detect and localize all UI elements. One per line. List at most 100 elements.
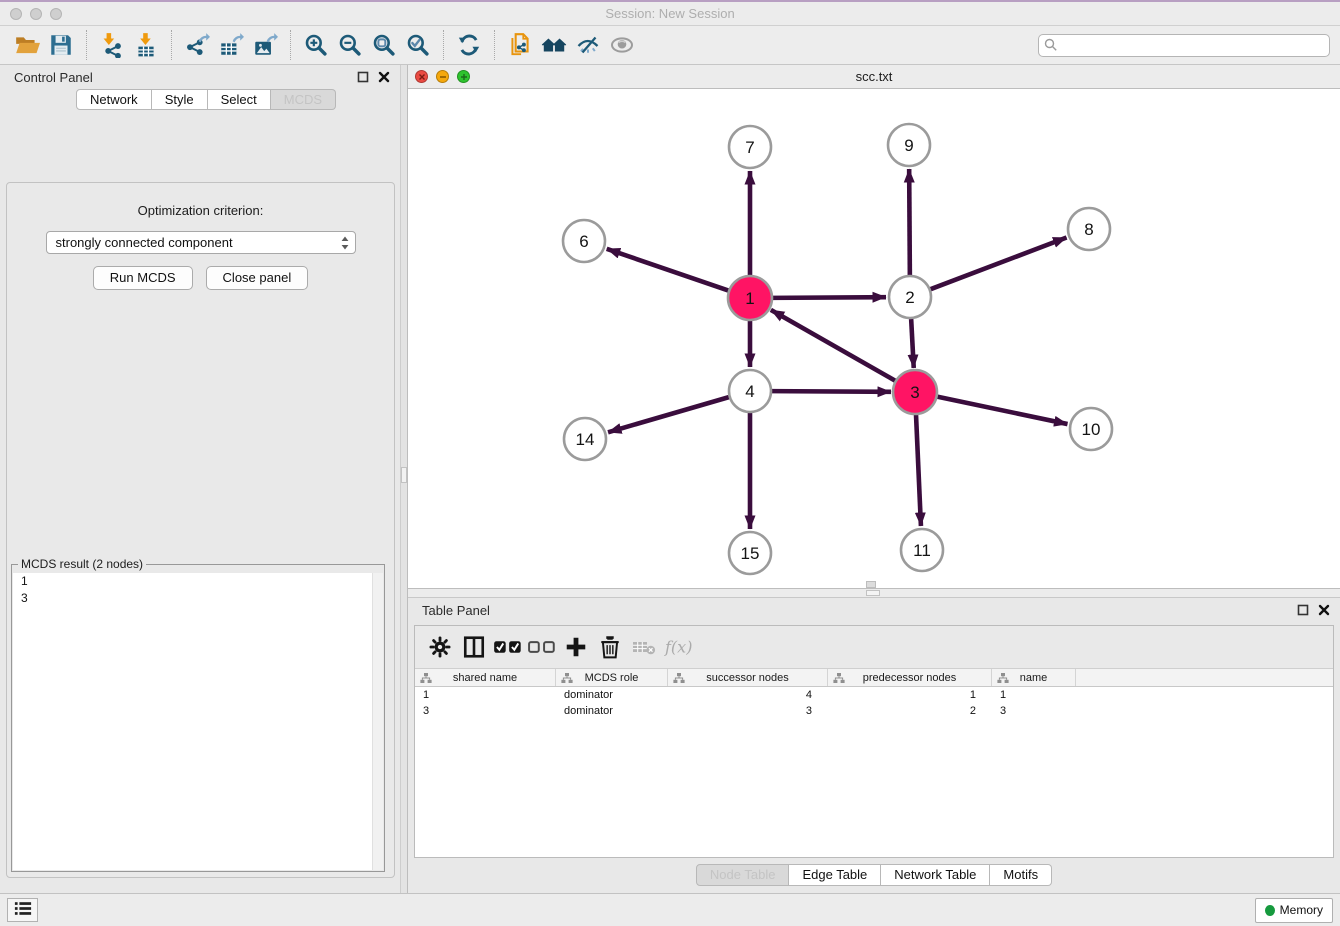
task-list-icon bbox=[14, 901, 32, 919]
network-view-title: scc.txt bbox=[408, 69, 1340, 84]
tab-network[interactable]: Network bbox=[76, 89, 152, 110]
export-image-button[interactable] bbox=[248, 29, 282, 61]
hide-details-button[interactable] bbox=[571, 29, 605, 61]
edge-4-14[interactable] bbox=[608, 397, 729, 432]
cell-predecessor-nodes[interactable]: 1 bbox=[828, 687, 992, 703]
column-header-successor-nodes[interactable]: successor nodes bbox=[668, 669, 828, 686]
table-panel: Table Panel f(x) shared nameMCDS rolesuc… bbox=[408, 598, 1340, 893]
criterion-select[interactable]: strongly connected component bbox=[46, 231, 356, 254]
column-header-name[interactable]: name bbox=[992, 669, 1076, 686]
mcds-result-list[interactable]: 13 bbox=[13, 573, 383, 870]
deselect-all-columns-button[interactable] bbox=[527, 632, 557, 662]
edge-4-3[interactable] bbox=[772, 391, 891, 392]
show-columns-button[interactable] bbox=[459, 632, 489, 662]
close-table-icon[interactable] bbox=[1317, 604, 1330, 617]
cell-predecessor-nodes[interactable]: 2 bbox=[828, 703, 992, 719]
network-overview-button[interactable] bbox=[503, 29, 537, 61]
column-label: shared name bbox=[453, 672, 517, 684]
delete-table-button bbox=[629, 632, 659, 662]
tab-edge-table[interactable]: Edge Table bbox=[789, 864, 881, 886]
column-label: successor nodes bbox=[706, 672, 789, 684]
open-session-button[interactable] bbox=[10, 29, 44, 61]
task-history-button[interactable] bbox=[7, 898, 38, 922]
edge-2-9[interactable] bbox=[909, 169, 910, 275]
tab-style[interactable]: Style bbox=[152, 89, 208, 110]
select-all-columns-button[interactable] bbox=[493, 632, 523, 662]
columns-icon bbox=[462, 635, 486, 659]
cell-MCDS-role[interactable]: dominator bbox=[556, 687, 668, 703]
table-row[interactable]: 3dominator323 bbox=[415, 703, 1333, 719]
column-tree-icon bbox=[420, 672, 432, 684]
houses-icon bbox=[541, 32, 567, 58]
horizontal-splitter-handle[interactable] bbox=[866, 590, 880, 596]
table-toolbar: f(x) bbox=[415, 626, 1333, 668]
tab-mcds[interactable]: MCDS bbox=[271, 89, 336, 110]
float-panel-icon[interactable] bbox=[356, 71, 369, 84]
horizontal-splitter[interactable] bbox=[408, 589, 1340, 598]
result-scrollbar[interactable] bbox=[372, 573, 383, 870]
search-input[interactable] bbox=[1038, 34, 1330, 57]
zoom-in-button[interactable] bbox=[299, 29, 333, 61]
edge-1-6[interactable] bbox=[607, 249, 729, 291]
zoom-fit-button[interactable] bbox=[367, 29, 401, 61]
control-panel: Control Panel NetworkStyleSelectMCDS Opt… bbox=[0, 65, 400, 893]
edge-1-2[interactable] bbox=[772, 297, 886, 298]
main-area: Control Panel NetworkStyleSelectMCDS Opt… bbox=[0, 65, 1340, 893]
tab-node-table[interactable]: Node Table bbox=[696, 864, 790, 886]
result-line: 1 bbox=[13, 573, 383, 590]
network-canvas[interactable]: 1234678910111415 bbox=[408, 89, 1340, 588]
column-label: predecessor nodes bbox=[863, 672, 957, 684]
float-table-icon[interactable] bbox=[1296, 604, 1309, 617]
close-panel-icon[interactable] bbox=[377, 71, 390, 84]
search-icon bbox=[1043, 37, 1059, 53]
refresh-layout-button[interactable] bbox=[452, 29, 486, 61]
tab-select[interactable]: Select bbox=[208, 89, 271, 110]
cell-MCDS-role[interactable]: dominator bbox=[556, 703, 668, 719]
delete-columns-button[interactable] bbox=[595, 632, 625, 662]
edge-3-10[interactable] bbox=[937, 397, 1068, 425]
table-settings-button[interactable] bbox=[425, 632, 455, 662]
refresh-icon bbox=[456, 32, 482, 58]
vertical-splitter-handle[interactable] bbox=[401, 467, 407, 483]
copy-network-icon bbox=[507, 32, 533, 58]
home-layout-button[interactable] bbox=[537, 29, 571, 61]
tab-network-table[interactable]: Network Table bbox=[881, 864, 990, 886]
zoom-out-button[interactable] bbox=[333, 29, 367, 61]
table-row[interactable]: 1dominator411 bbox=[415, 687, 1333, 703]
tab-motifs[interactable]: Motifs bbox=[990, 864, 1052, 886]
edge-2-8[interactable] bbox=[931, 238, 1067, 290]
application-window: Session: New Session Control Panel Netwo… bbox=[0, 0, 1340, 926]
memory-label: Memory bbox=[1280, 903, 1323, 917]
export-table-button[interactable] bbox=[214, 29, 248, 61]
export-network-button[interactable] bbox=[180, 29, 214, 61]
import-table-button[interactable] bbox=[129, 29, 163, 61]
cell-shared-name[interactable]: 1 bbox=[415, 687, 556, 703]
cell-successor-nodes[interactable]: 3 bbox=[668, 703, 828, 719]
save-session-button[interactable] bbox=[44, 29, 78, 61]
mcds-result-lines: 13 bbox=[13, 573, 383, 607]
import-network-button[interactable] bbox=[95, 29, 129, 61]
canvas-scroll-handle[interactable] bbox=[866, 581, 876, 588]
zoom-selected-button[interactable] bbox=[401, 29, 435, 61]
node-label-9: 9 bbox=[904, 136, 913, 155]
close-panel-button[interactable]: Close panel bbox=[206, 266, 309, 290]
column-header-shared-name[interactable]: shared name bbox=[415, 669, 556, 686]
cell-shared-name[interactable]: 3 bbox=[415, 703, 556, 719]
cell-successor-nodes[interactable]: 4 bbox=[668, 687, 828, 703]
control-panel-tabs: NetworkStyleSelectMCDS bbox=[76, 89, 400, 110]
cell-name[interactable]: 3 bbox=[992, 703, 1076, 719]
column-header-MCDS-role[interactable]: MCDS role bbox=[556, 669, 668, 686]
search-field bbox=[1038, 34, 1330, 57]
column-header-predecessor-nodes[interactable]: predecessor nodes bbox=[828, 669, 992, 686]
edge-3-1[interactable] bbox=[771, 310, 896, 381]
cell-name[interactable]: 1 bbox=[992, 687, 1076, 703]
run-mcds-button[interactable]: Run MCDS bbox=[93, 266, 193, 290]
control-panel-title: Control Panel bbox=[10, 70, 93, 85]
edge-2-3[interactable] bbox=[911, 319, 914, 368]
create-column-button[interactable] bbox=[561, 632, 591, 662]
column-tree-icon bbox=[997, 672, 1009, 684]
memory-button[interactable]: Memory bbox=[1255, 898, 1333, 923]
vertical-splitter[interactable] bbox=[400, 65, 408, 893]
show-details-button bbox=[605, 29, 639, 61]
edge-3-11[interactable] bbox=[916, 414, 921, 526]
